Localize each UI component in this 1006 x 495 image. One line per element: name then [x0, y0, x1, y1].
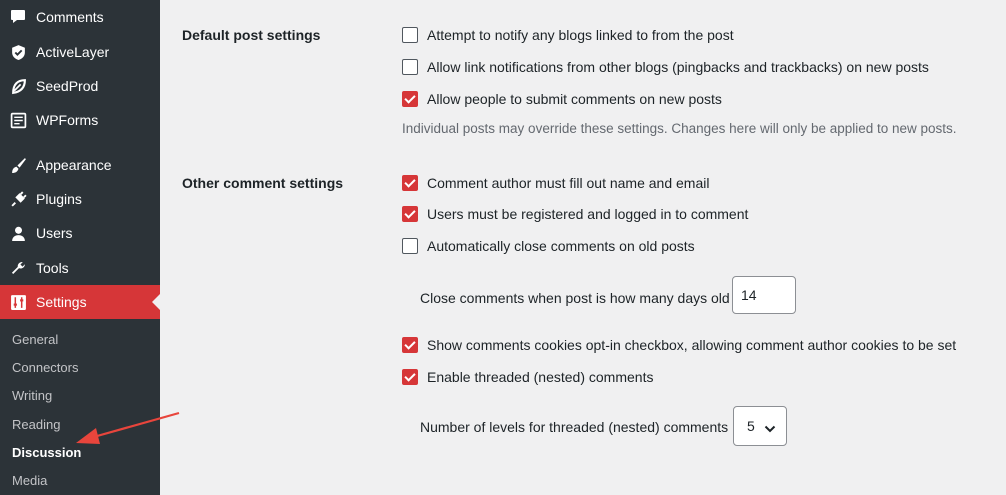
- leaf-icon: [9, 77, 27, 95]
- option-allow-pingbacks[interactable]: Allow link notifications from other blog…: [402, 57, 929, 77]
- option-auto-close-comments[interactable]: Automatically close comments on old post…: [402, 236, 695, 256]
- plug-icon: [9, 190, 27, 208]
- option-allow-comments[interactable]: Allow people to submit comments on new p…: [402, 89, 722, 109]
- chevron-down-icon: [764, 421, 776, 437]
- option-threaded-comments[interactable]: Enable threaded (nested) comments: [402, 367, 653, 387]
- menu-item-users[interactable]: Users: [0, 216, 160, 250]
- default-post-settings-label: Default post settings: [182, 27, 321, 43]
- threaded-comments-checkbox[interactable]: [402, 369, 418, 385]
- menu-item-label: Plugins: [36, 191, 82, 207]
- menu-item-comments[interactable]: Comments: [0, 0, 160, 34]
- paintbrush-icon: [9, 156, 27, 174]
- menu-item-label: WPForms: [36, 112, 99, 128]
- discussion-settings-form: Default post settings Attempt to notify …: [160, 0, 1006, 495]
- speech-bubble-icon: [9, 8, 27, 26]
- menu-item-settings[interactable]: Settings: [0, 285, 160, 319]
- menu-item-label: ActiveLayer: [36, 44, 110, 60]
- other-comment-settings-label: Other comment settings: [182, 175, 344, 191]
- require-name-email-checkbox[interactable]: [402, 175, 418, 191]
- sliders-icon: [9, 293, 27, 311]
- menu-item-label: SeedProd: [36, 78, 99, 94]
- submenu-item-media[interactable]: Media: [12, 473, 47, 488]
- submenu-item-reading[interactable]: Reading: [12, 417, 60, 432]
- option-label: Allow people to submit comments on new p…: [427, 91, 722, 107]
- auto-close-comments-checkbox[interactable]: [402, 238, 418, 254]
- menu-item-plugins[interactable]: Plugins: [0, 182, 160, 216]
- submenu-item-discussion[interactable]: Discussion: [12, 445, 81, 460]
- menu-item-tools[interactable]: Tools: [0, 251, 160, 285]
- override-note: Individual posts may override these sett…: [402, 121, 957, 136]
- menu-item-wpforms[interactable]: WPForms: [0, 103, 160, 137]
- menu-item-label: Appearance: [36, 157, 112, 173]
- option-label: Attempt to notify any blogs linked to fr…: [427, 27, 734, 43]
- option-label: Enable threaded (nested) comments: [427, 369, 654, 385]
- allow-pingbacks-checkbox[interactable]: [402, 59, 418, 75]
- option-cookies-optin[interactable]: Show comments cookies opt-in checkbox, a…: [402, 335, 956, 355]
- admin-sidebar: Comments ActiveLayer SeedProd WPForms Ap…: [0, 0, 160, 495]
- thread-levels-value: 5: [747, 418, 755, 434]
- settings-submenu: General Connectors Writing Reading Discu…: [0, 319, 160, 495]
- submenu-item-connectors[interactable]: Connectors: [12, 360, 78, 375]
- submenu-item-general[interactable]: General: [12, 332, 58, 347]
- cookies-optin-checkbox[interactable]: [402, 337, 418, 353]
- thread-levels-label: Number of levels for threaded (nested) c…: [420, 419, 729, 435]
- option-require-name-email[interactable]: Comment author must fill out name and em…: [402, 173, 709, 193]
- option-require-registration[interactable]: Users must be registered and logged in t…: [402, 204, 748, 224]
- option-label: Comment author must fill out name and em…: [427, 175, 710, 191]
- menu-item-appearance[interactable]: Appearance: [0, 148, 160, 182]
- option-label: Show comments cookies opt-in checkbox, a…: [427, 337, 957, 353]
- menu-item-seedprod[interactable]: SeedProd: [0, 69, 160, 103]
- submenu-item-writing[interactable]: Writing: [12, 388, 52, 403]
- form-icon: [9, 111, 27, 129]
- menu-item-label: Tools: [36, 260, 69, 276]
- thread-levels-select[interactable]: 5: [733, 406, 787, 446]
- option-label: Users must be registered and logged in t…: [427, 206, 749, 222]
- menu-item-label: Users: [36, 225, 73, 241]
- user-icon: [9, 224, 27, 242]
- option-notify-blogs[interactable]: Attempt to notify any blogs linked to fr…: [402, 25, 734, 45]
- wrench-icon: [9, 259, 27, 277]
- menu-item-activelayer[interactable]: ActiveLayer: [0, 35, 160, 69]
- close-days-input[interactable]: [732, 276, 796, 314]
- menu-item-label: Settings: [36, 294, 87, 310]
- allow-comments-checkbox[interactable]: [402, 91, 418, 107]
- close-days-label: Close comments when post is how many day…: [420, 290, 730, 306]
- option-label: Automatically close comments on old post…: [427, 238, 695, 254]
- notify-blogs-checkbox[interactable]: [402, 27, 418, 43]
- menu-item-label: Comments: [36, 9, 104, 25]
- shield-icon: [9, 43, 27, 61]
- option-label: Allow link notifications from other blog…: [427, 59, 929, 75]
- require-registration-checkbox[interactable]: [402, 206, 418, 222]
